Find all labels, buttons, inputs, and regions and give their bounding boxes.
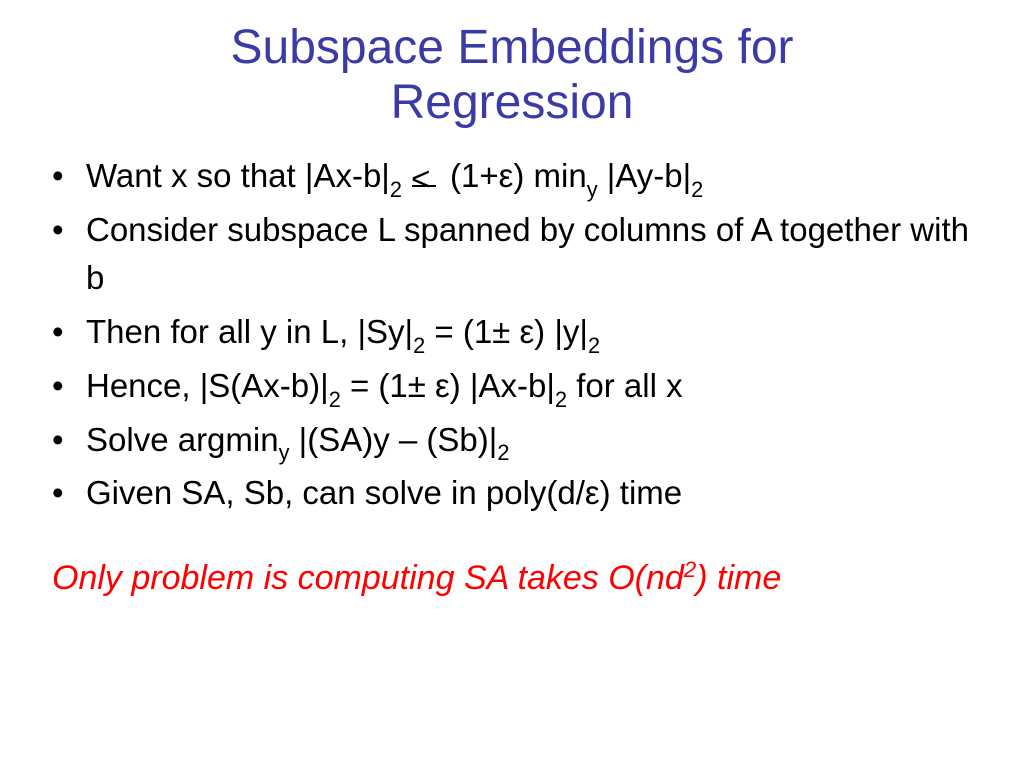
- bullet-5: Solve argminy |(SA)y – (Sb)|2: [48, 416, 984, 464]
- b4-seg-b: = (1± ε) |Ax-b|: [341, 367, 555, 404]
- footer-sup: 2: [684, 557, 696, 582]
- b2-seg: Consider subspace L spanned by columns o…: [86, 211, 969, 296]
- b5-seg-b: |(SA)y – (Sb)|: [289, 421, 497, 458]
- bullet-2: Consider subspace L spanned by columns o…: [48, 206, 984, 302]
- b3-seg-b: = (1± ε) |y|: [425, 313, 588, 350]
- b4-seg-c: for all x: [567, 367, 683, 404]
- b1-sub-2: y: [587, 177, 598, 202]
- bullet-4: Hence, |S(Ax-b)|2 = (1± ε) |Ax-b|2 for a…: [48, 362, 984, 410]
- b5-sub-1: y: [279, 440, 290, 465]
- footer-b: ) time: [696, 559, 781, 597]
- b5-sub-2: 2: [497, 440, 509, 465]
- b3-seg-a: Then for all y in L, |Sy|: [86, 313, 413, 350]
- title-line-1: Subspace Embeddings for: [230, 21, 793, 74]
- b6-seg: Given SA, Sb, can solve in poly(d/ε) tim…: [86, 474, 682, 511]
- leq-icon: [411, 158, 441, 191]
- footer-a: Only problem is computing SA takes O(nd: [52, 559, 684, 597]
- footer-note: Only problem is computing SA takes O(nd2…: [40, 559, 984, 598]
- b5-seg-a: Solve argmin: [86, 421, 279, 458]
- bullet-1: Want x so that |Ax-b|2 (1+ε) miny |Ay-b|…: [48, 152, 984, 200]
- b1-seg-c: |Ay-b|: [598, 157, 692, 194]
- b4-seg-a: Hence, |S(Ax-b)|: [86, 367, 329, 404]
- bullet-list: Want x so that |Ax-b|2 (1+ε) miny |Ay-b|…: [40, 152, 984, 517]
- bullet-3: Then for all y in L, |Sy|2 = (1± ε) |y|2: [48, 308, 984, 356]
- b3-sub-1: 2: [413, 333, 425, 358]
- b1-seg-a: Want x so that |Ax-b|: [86, 157, 390, 194]
- slide: Subspace Embeddings for Regression Want …: [0, 0, 1024, 768]
- b1-sub-3: 2: [691, 177, 703, 202]
- b4-sub-1: 2: [329, 387, 341, 412]
- title-line-2: Regression: [391, 76, 634, 129]
- b1-sub-1: 2: [390, 177, 402, 202]
- b1-seg-b: (1+ε) min: [450, 157, 587, 194]
- b3-sub-2: 2: [588, 333, 600, 358]
- slide-title: Subspace Embeddings for Regression: [40, 20, 984, 130]
- bullet-6: Given SA, Sb, can solve in poly(d/ε) tim…: [48, 469, 984, 517]
- b4-sub-2: 2: [555, 387, 567, 412]
